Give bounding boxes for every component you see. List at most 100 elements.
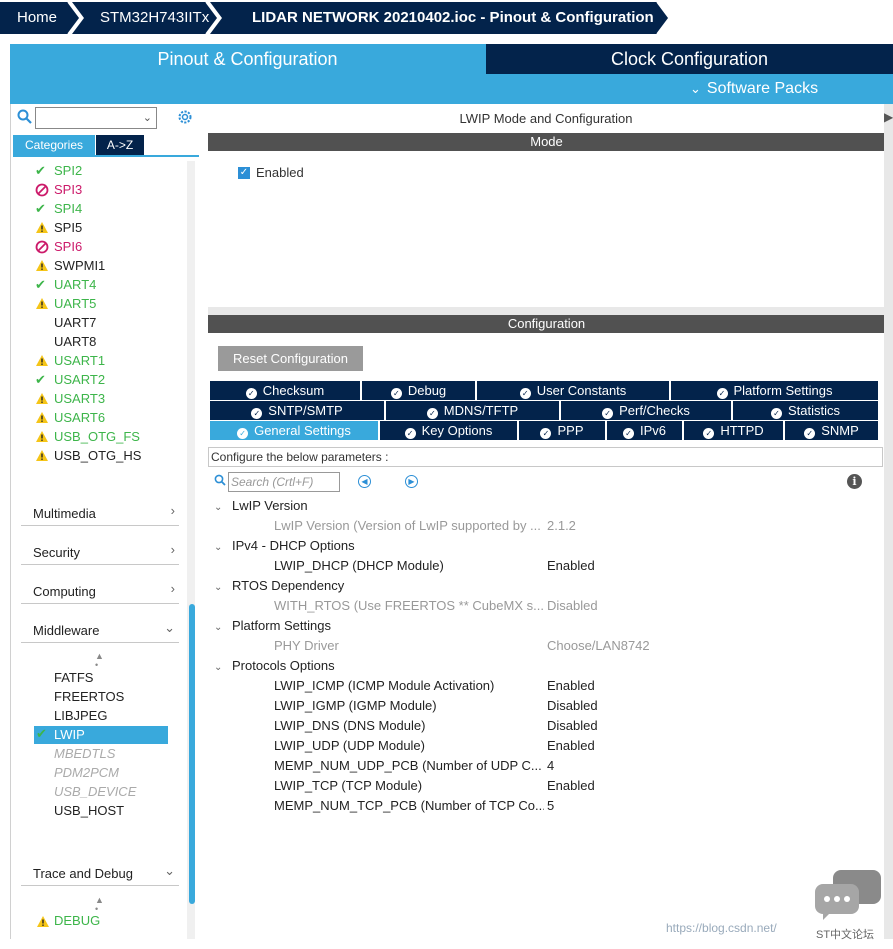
peripheral-item[interactable]: ✔ UART4 <box>11 275 189 294</box>
breadcrumb-home[interactable]: Home <box>17 2 57 34</box>
peripheral-item[interactable]: SPI6 <box>11 237 189 256</box>
left-scrollbar-thumb[interactable] <box>189 604 195 904</box>
peripheral-item[interactable]: USB_OTG_HS <box>11 446 189 465</box>
parameter-search-input[interactable]: Search (Crtl+F) <box>228 472 340 492</box>
tab-httpd[interactable]: ✓ HTTPD <box>684 421 784 440</box>
search-icon[interactable] <box>214 474 226 486</box>
chevron-right-icon[interactable]: ▶ <box>884 110 893 124</box>
param-row[interactable]: LWIP_UDP (UDP Module) Enabled <box>274 736 874 756</box>
peripheral-item[interactable]: ✔ USART2 <box>11 370 189 389</box>
tab-a-to-z[interactable]: A->Z <box>96 135 144 155</box>
trace-item-debug[interactable]: DEBUG <box>34 912 174 931</box>
check-icon: ✓ <box>519 388 531 399</box>
middleware-item-mbedtls[interactable]: MBEDTLS <box>54 744 115 763</box>
chevron-down-icon: ⌄ <box>214 542 223 553</box>
param-row[interactable]: WITH_RTOS (Use FREERTOS ** CubeMX s... Di… <box>274 596 874 616</box>
param-row[interactable]: PHY Driver Choose/LAN8742 <box>274 636 874 656</box>
group-ipv4-dhcp[interactable]: ⌄ IPv4 - DHCP Options <box>214 536 355 556</box>
check-icon: ✓ <box>237 428 249 439</box>
middleware-item-pdm2pcm[interactable]: PDM2PCM <box>54 763 119 782</box>
section-computing[interactable]: Computing › <box>21 574 179 604</box>
section-trace-and-debug[interactable]: Trace and Debug ⌄ <box>21 856 179 886</box>
middleware-item-usb-host[interactable]: USB_HOST <box>54 801 124 820</box>
tab-pinout-configuration[interactable]: Pinout & Configuration <box>10 44 485 74</box>
param-row[interactable]: MEMP_NUM_UDP_PCB (Number of UDP C... 4 <box>274 756 874 776</box>
peripheral-item[interactable]: UART5 <box>11 294 189 313</box>
peripheral-item[interactable]: SPI3 <box>11 180 189 199</box>
tab-ppp[interactable]: ✓ PPP <box>519 421 606 440</box>
breadcrumb-project[interactable]: LIDAR NETWORK 20210402.ioc - Pinout & Co… <box>252 2 654 34</box>
tab-perf-checks[interactable]: ✓ Perf/Checks <box>561 401 732 420</box>
peripheral-item[interactable]: UART8 <box>11 332 189 351</box>
peripheral-item[interactable]: ✔ SPI2 <box>11 161 189 180</box>
tab-platform-settings[interactable]: ✓ Platform Settings <box>671 381 879 400</box>
param-name: PHY Driver <box>274 638 339 653</box>
software-packs-menu[interactable]: ⌄ Software Packs <box>690 80 818 98</box>
tab-user-constants[interactable]: ✓ User Constants <box>477 381 670 400</box>
enabled-label: Enabled <box>256 165 304 180</box>
tab-label: HTTPD <box>720 423 764 438</box>
peripheral-item[interactable]: USB_OTG_FS <box>11 427 189 446</box>
check-icon: ✓ <box>390 388 402 399</box>
middleware-item-lwip: LWIP <box>54 727 85 742</box>
tab-key-options[interactable]: ✓ Key Options <box>380 421 518 440</box>
breadcrumb-mcu[interactable]: STM32H743IITx <box>100 2 209 34</box>
category-search-combo[interactable]: ⌄ <box>35 107 157 129</box>
tab-categories[interactable]: Categories <box>13 135 95 155</box>
section-middleware[interactable]: Middleware ⌄ <box>21 613 179 643</box>
next-match-icon[interactable]: ▶ <box>405 475 418 488</box>
peripheral-item[interactable]: USART6 <box>11 408 189 427</box>
param-row[interactable]: MEMP_NUM_TCP_PCB (Number of TCP Co... 5 <box>274 796 874 816</box>
tab-label: Perf/Checks <box>619 403 690 418</box>
middleware-item-freertos[interactable]: FREERTOS <box>54 687 124 706</box>
param-row[interactable]: LWIP_DHCP (DHCP Module) Enabled <box>274 556 874 576</box>
group-protocols-options[interactable]: ⌄ Protocols Options <box>214 656 335 676</box>
tab-mdns-tftp[interactable]: ✓ MDNS/TFTP <box>386 401 560 420</box>
param-row[interactable]: LWIP_ICMP (ICMP Module Activation) Enable… <box>274 676 874 696</box>
section-multimedia[interactable]: Multimedia › <box>21 496 179 526</box>
previous-match-icon[interactable]: ◀ <box>358 475 371 488</box>
param-row[interactable]: LWIP_TCP (TCP Module) Enabled <box>274 776 874 796</box>
middleware-item-fatfs[interactable]: FATFS <box>54 668 93 687</box>
info-icon[interactable]: i <box>847 474 862 489</box>
group-platform-settings[interactable]: ⌄ Platform Settings <box>214 616 331 636</box>
tab-ipv6[interactable]: ✓ IPv6 <box>607 421 683 440</box>
panel-title: LWIP Mode and Configuration <box>459 111 633 126</box>
middleware-item-usb-device[interactable]: USB_DEVICE <box>54 782 136 801</box>
tab-checksum[interactable]: ✓ Checksum <box>210 381 361 400</box>
scroll-up-arrow-icon[interactable]: ▲ • <box>95 652 104 670</box>
check-icon: ✔ <box>35 163 46 178</box>
splitter[interactable] <box>208 307 885 315</box>
search-icon[interactable] <box>17 109 33 125</box>
param-row[interactable]: LwIP Version (Version of LwIP supported … <box>274 516 874 536</box>
peripheral-item[interactable]: UART7 <box>11 313 189 332</box>
peripheral-item[interactable]: USART1 <box>11 351 189 370</box>
tab-sntp-smtp[interactable]: ✓ SNTP/SMTP <box>210 401 385 420</box>
enabled-checkbox[interactable]: ✓ <box>238 167 250 179</box>
peripheral-item[interactable]: SWPMI1 <box>11 256 189 275</box>
peripheral-item[interactable]: USART3 <box>11 389 189 408</box>
middleware-item-libjpeg[interactable]: LIBJPEG <box>54 706 107 725</box>
tab-statistics[interactable]: ✓ Statistics <box>733 401 879 420</box>
warning-icon <box>36 450 48 461</box>
middleware-item-lwip-selected[interactable]: ✔ LWIP <box>34 726 168 744</box>
param-row[interactable]: LWIP_IGMP (IGMP Module) Disabled <box>274 696 874 716</box>
chevron-down-icon: ⌄ <box>164 863 175 878</box>
chevron-down-icon: ⌄ <box>214 502 223 513</box>
peripheral-item[interactable]: SPI5 <box>11 218 189 237</box>
tab-label: General Settings <box>254 423 351 438</box>
gear-icon[interactable] <box>176 108 194 126</box>
group-rtos-dependency[interactable]: ⌄ RTOS Dependency <box>214 576 344 596</box>
group-lwip-version[interactable]: ⌄ LwIP Version <box>214 496 308 516</box>
tab-debug[interactable]: ✓ Debug <box>362 381 476 400</box>
param-name: LWIP_TCP (TCP Module) <box>274 778 423 793</box>
right-collapse-strip[interactable] <box>884 104 893 939</box>
param-row[interactable]: LWIP_DNS (DNS Module) Disabled <box>274 716 874 736</box>
section-label: Security <box>33 545 80 560</box>
tab-general-settings[interactable]: ✓ General Settings <box>210 421 379 440</box>
tab-snmp[interactable]: ✓ SNMP <box>785 421 879 440</box>
section-security[interactable]: Security › <box>21 535 179 565</box>
peripheral-item[interactable]: ✔ SPI4 <box>11 199 189 218</box>
reset-configuration-button[interactable]: Reset Configuration <box>218 346 363 371</box>
tab-clock-configuration[interactable]: Clock Configuration <box>486 44 893 74</box>
